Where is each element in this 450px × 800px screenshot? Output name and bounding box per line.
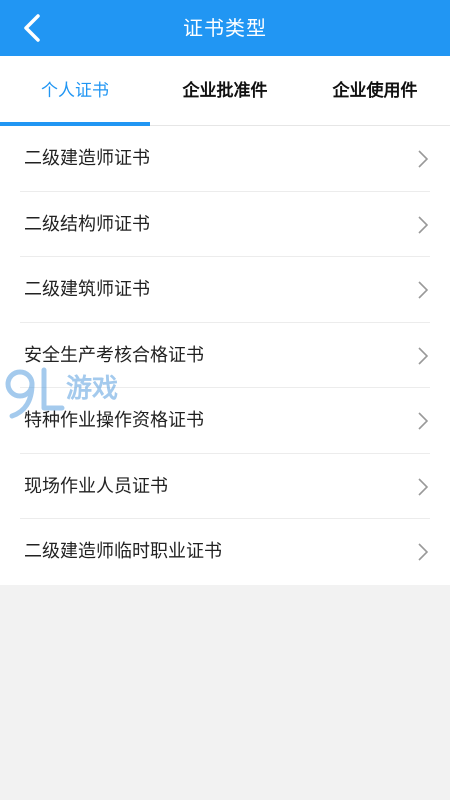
list-item[interactable]: 二级建筑师证书	[0, 257, 450, 323]
list-item[interactable]: 安全生产考核合格证书	[0, 323, 450, 388]
list-item-label: 现场作业人员证书	[24, 475, 168, 497]
list-item[interactable]: 现场作业人员证书	[0, 454, 450, 519]
chevron-right-icon	[418, 346, 428, 365]
certificate-list: 二级建造师证书 二级结构师证书 二级建筑师证书 安全生产考核合格证书 特种作业操…	[0, 126, 450, 585]
tab-personal-certificates[interactable]: 个人证书	[0, 56, 150, 126]
chevron-right-icon	[418, 215, 428, 234]
list-item-label: 二级结构师证书	[24, 213, 150, 235]
list-item-label: 二级建造师临时职业证书	[24, 541, 222, 562]
list-item[interactable]: 二级建造师临时职业证书	[0, 519, 450, 585]
chevron-right-icon	[418, 543, 428, 561]
chevron-right-icon	[418, 150, 428, 168]
tab-enterprise-usage[interactable]: 企业使用件	[300, 56, 450, 126]
chevron-right-icon	[418, 477, 428, 496]
list-item-label: 二级建筑师证书	[24, 279, 150, 300]
list-item-label: 特种作业操作资格证书	[24, 410, 204, 431]
chevron-right-icon	[418, 281, 428, 299]
list-item-label: 二级建造师证书	[24, 148, 150, 169]
list-item[interactable]: 特种作业操作资格证书	[0, 388, 450, 454]
list-item-label: 安全生产考核合格证书	[24, 344, 204, 366]
list-item[interactable]: 二级结构师证书	[0, 192, 450, 257]
list-item[interactable]: 二级建造师证书	[0, 126, 450, 192]
page-title: 证书类型	[183, 16, 267, 40]
tab-bar: 个人证书 企业批准件 企业使用件	[0, 56, 450, 126]
chevron-right-icon	[418, 412, 428, 430]
tab-enterprise-approval[interactable]: 企业批准件	[150, 56, 300, 126]
app-header: 证书类型	[0, 0, 450, 56]
